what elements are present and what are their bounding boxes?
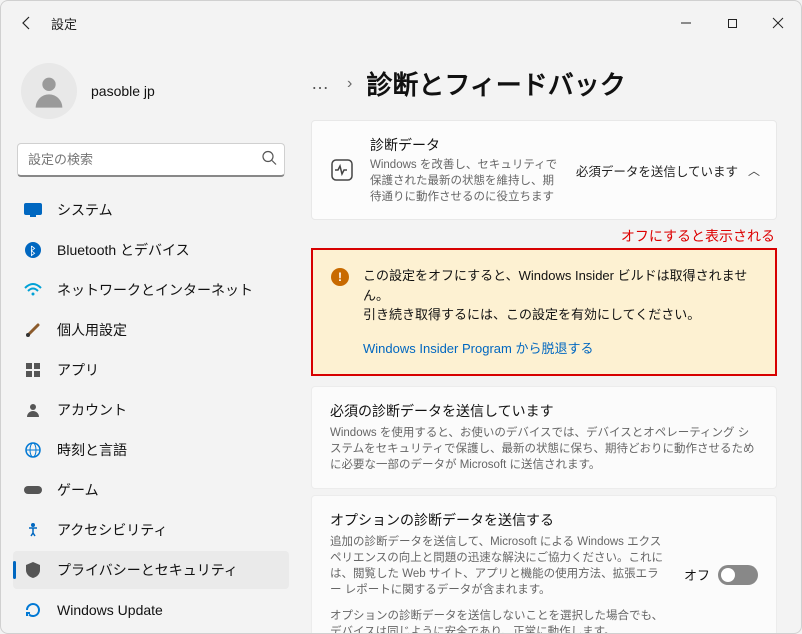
chevron-up-icon[interactable]: ︿ <box>748 162 760 179</box>
account-icon <box>23 400 43 420</box>
app-title: 設定 <box>51 14 77 33</box>
nav-label: 時刻と言語 <box>57 440 127 460</box>
insider-warning-card: ! この設定をオフにすると、Windows Insider ビルドは取得されませ… <box>311 248 777 376</box>
card-subtitle: Windows を使用すると、お使いのデバイスでは、デバイスとオペレーティング … <box>330 425 758 473</box>
card-title: 必須の診断データを送信しています <box>330 401 758 421</box>
leave-insider-link[interactable]: Windows Insider Program から脱退する <box>363 339 757 359</box>
warning-line-2: 引き続き取得するには、この設定を有効にしてください。 <box>363 305 757 325</box>
maximize-button[interactable] <box>709 7 755 39</box>
sidebar-item-accessibility[interactable]: アクセシビリティ <box>13 511 289 549</box>
nav-label: 個人用設定 <box>57 320 127 340</box>
nav-label: ゲーム <box>57 480 99 500</box>
card-subtitle: 追加の診断データを送信して、Microsoft による Windows エクスペ… <box>330 534 666 598</box>
card-subtitle: Windows を改善し、セキュリティで保護された最新の状態を維持し、期待通りに… <box>370 157 562 205</box>
globe-icon <box>23 440 43 460</box>
annotation-text: オフにすると表示される <box>311 226 775 246</box>
sidebar-item-gaming[interactable]: ゲーム <box>13 471 289 509</box>
nav-label: プライバシーとセキュリティ <box>57 560 238 580</box>
card-title: オプションの診断データを送信する <box>330 510 666 530</box>
nav-label: Bluetooth とデバイス <box>57 240 190 260</box>
game-icon <box>23 480 43 500</box>
wifi-icon <box>23 280 43 300</box>
nav-label: ネットワークとインターネット <box>57 280 253 300</box>
sidebar-item-network[interactable]: ネットワークとインターネット <box>13 271 289 309</box>
bluetooth-icon <box>23 240 43 260</box>
back-button[interactable] <box>11 8 41 38</box>
sidebar-item-time-language[interactable]: 時刻と言語 <box>13 431 289 469</box>
card-title: 診断データ <box>370 135 562 155</box>
search-input[interactable] <box>17 143 285 177</box>
nav-label: アクセシビリティ <box>57 520 167 540</box>
card-extra: オプションの診断データを送信しないことを選択した場合でも、デバイスは同じように安… <box>330 608 666 633</box>
sidebar-item-apps[interactable]: アプリ <box>13 351 289 389</box>
close-button[interactable] <box>755 7 801 39</box>
chevron-right-icon: › <box>347 75 352 93</box>
system-icon <box>23 200 43 220</box>
breadcrumb-more[interactable]: … <box>311 73 333 94</box>
minimize-button[interactable] <box>663 7 709 39</box>
shield-icon <box>23 560 43 580</box>
apps-icon <box>23 360 43 380</box>
accessibility-icon <box>23 520 43 540</box>
nav-label: アプリ <box>57 360 99 380</box>
sidebar-item-accounts[interactable]: アカウント <box>13 391 289 429</box>
update-icon <box>23 600 43 620</box>
diagnostic-data-card[interactable]: 診断データ Windows を改善し、セキュリティで保護された最新の状態を維持し… <box>311 120 777 220</box>
breadcrumb: … › 診断とフィードバック <box>311 65 777 102</box>
nav-label: システム <box>57 200 113 220</box>
warning-icon: ! <box>331 268 349 286</box>
nav-label: アカウント <box>57 400 127 420</box>
sidebar-item-windows-update[interactable]: Windows Update <box>13 591 289 629</box>
toggle-label: オフ <box>684 565 710 584</box>
diagnostic-status: 必須データを送信しています <box>576 161 738 180</box>
sidebar-item-privacy[interactable]: プライバシーとセキュリティ <box>13 551 289 589</box>
search-icon <box>261 150 277 171</box>
page-title: 診断とフィードバック <box>366 65 625 102</box>
avatar <box>21 63 77 119</box>
sidebar-item-bluetooth[interactable]: Bluetooth とデバイス <box>13 231 289 269</box>
nav-label: Windows Update <box>57 602 163 618</box>
sidebar-item-system[interactable]: システム <box>13 191 289 229</box>
optional-data-card: オプションの診断データを送信する 追加の診断データを送信して、Microsoft… <box>311 495 777 633</box>
sidebar-item-personalization[interactable]: 個人用設定 <box>13 311 289 349</box>
diagnostic-icon <box>328 156 356 184</box>
warning-line-1: この設定をオフにすると、Windows Insider ビルドは取得されません。 <box>363 266 757 305</box>
brush-icon <box>23 320 43 340</box>
optional-data-toggle[interactable] <box>718 565 758 585</box>
user-name: pasoble jp <box>91 83 155 99</box>
required-data-card: 必須の診断データを送信しています Windows を使用すると、お使いのデバイス… <box>311 386 777 488</box>
